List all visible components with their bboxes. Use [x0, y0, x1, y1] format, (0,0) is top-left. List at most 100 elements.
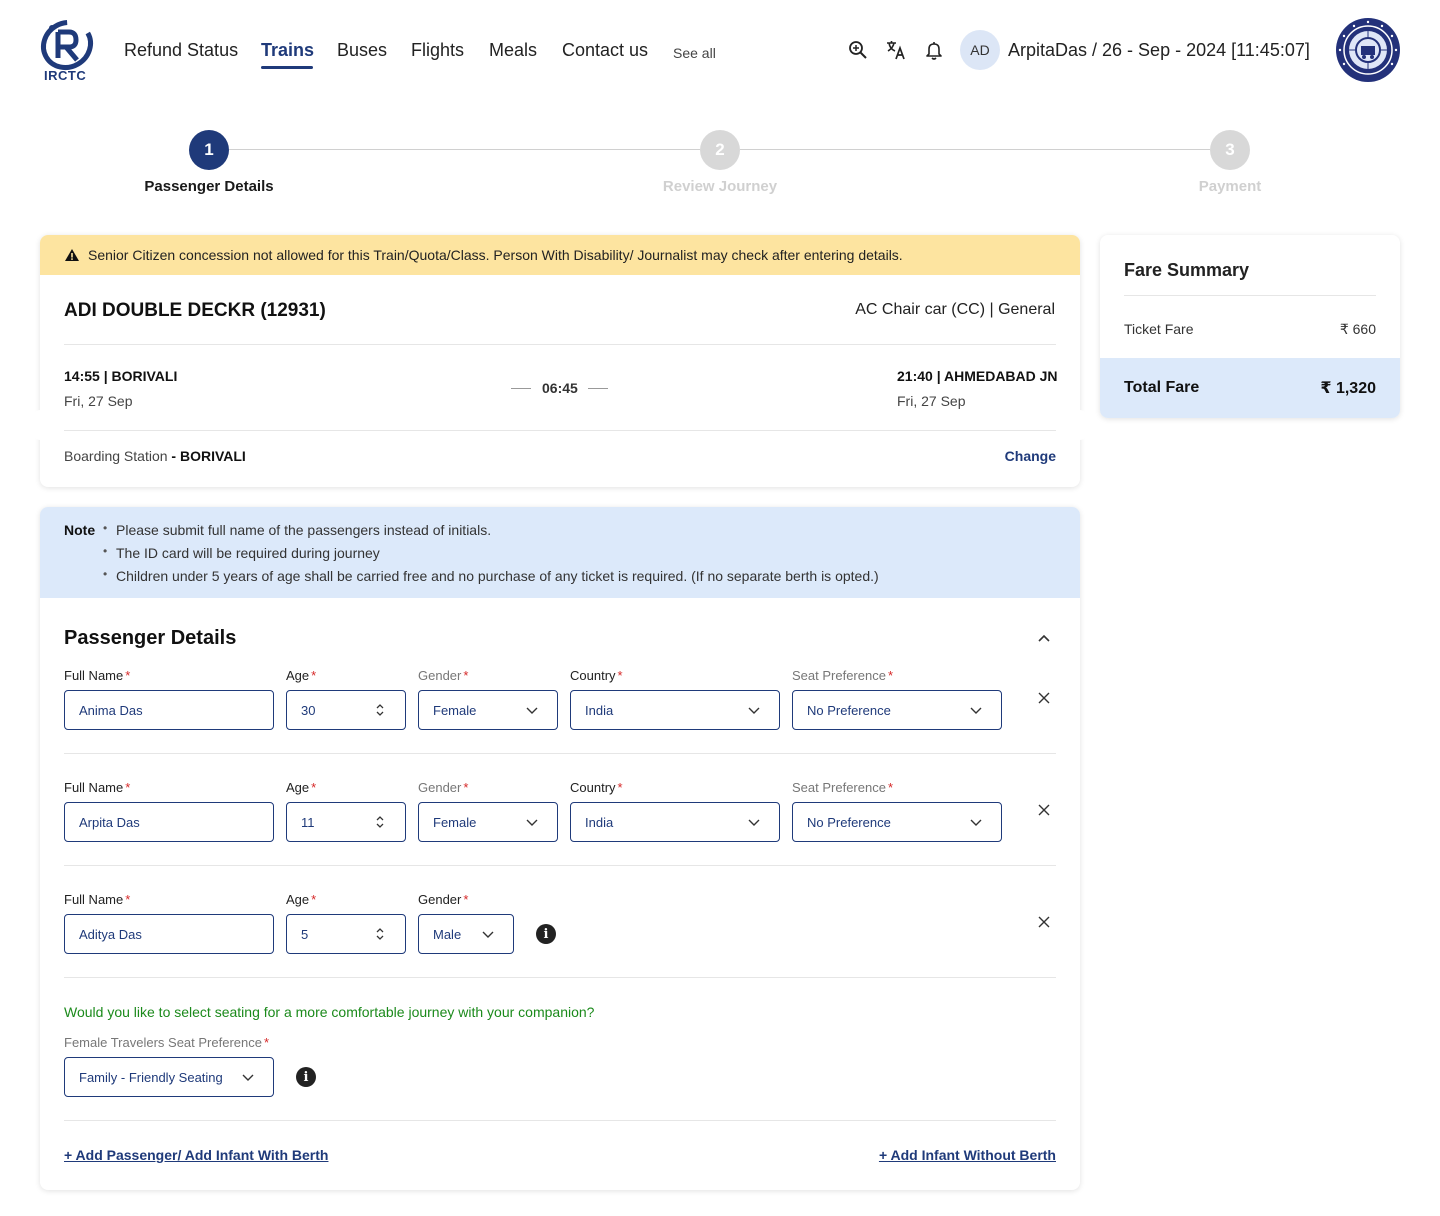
note-item: The ID card will be required during jour… [103, 544, 380, 561]
stepper-arrows-icon[interactable] [373, 815, 387, 829]
concession-warning-banner: Senior Citizen concession not allowed fo… [40, 235, 1080, 275]
total-fare-row: Total Fare ₹ 1,320 [1100, 358, 1400, 418]
age-label: Age * [286, 668, 316, 683]
label-text: Country [570, 780, 616, 795]
passenger-divider [64, 977, 1056, 978]
add-passenger-link[interactable]: + Add Passenger/ Add Infant With Berth [64, 1147, 328, 1163]
total-fare-label: Total Fare [1124, 379, 1200, 396]
step-1-circle: 1 [189, 130, 229, 170]
nav-trains[interactable]: Trains [261, 40, 314, 61]
label-text: Full Name [64, 780, 124, 795]
duration-line-left [511, 388, 531, 389]
country-label: Country * [570, 780, 623, 795]
age-label: Age * [286, 892, 316, 907]
required-mark: * [263, 1035, 270, 1050]
note-item: Children under 5 years of age shall be c… [103, 567, 879, 584]
stepper-arrows-icon[interactable] [373, 703, 387, 717]
departure-date: Fri, 27 Sep [64, 393, 133, 409]
nav-buses[interactable]: Buses [337, 40, 387, 61]
change-boarding-button[interactable]: Change [1005, 448, 1056, 464]
passenger-2-gender-select[interactable]: Female [418, 802, 558, 842]
passenger-1-gender-select[interactable]: Female [418, 690, 558, 730]
chevron-down-icon [748, 707, 760, 714]
duration-line-right [588, 388, 608, 389]
journey-duration: 06:45 [542, 380, 578, 396]
arrival-date: Fri, 27 Sep [897, 393, 966, 409]
add-infant-without-berth-link[interactable]: + Add Infant Without Berth [879, 1147, 1056, 1163]
passenger-1-age-stepper[interactable]: 30 [286, 690, 406, 730]
boarding-station: Boarding Station - BORIVALI [64, 448, 246, 464]
ticket-notch-right [1070, 410, 1090, 440]
user-session-info: ArpitaDas / 26 - Sep - 2024 [11:45:07] [1008, 40, 1310, 60]
remove-passenger-1-close-icon[interactable] [1037, 691, 1051, 705]
required-mark: * [125, 892, 131, 907]
user-avatar[interactable]: AD [960, 30, 1000, 70]
female-seat-preference-select[interactable]: Family - Friendly Seating [64, 1057, 274, 1097]
bell-icon[interactable] [924, 40, 944, 60]
passenger-1-seat-preference-select[interactable]: No Preference [792, 690, 1002, 730]
step-3-label: Payment [1198, 178, 1262, 195]
required-mark: * [617, 780, 623, 795]
step-3-circle: 3 [1210, 130, 1250, 170]
label-text: Age [286, 780, 310, 795]
note-box: Note Please submit full name of the pass… [40, 507, 1080, 598]
chevron-down-icon [482, 931, 494, 938]
select-value: Male [433, 926, 462, 942]
chevron-down-icon [970, 819, 982, 826]
label-text: Seat Preference [792, 780, 886, 795]
companion-seating-question: Would you like to select seating for a m… [64, 1004, 595, 1020]
nav-flights[interactable]: Flights [411, 40, 464, 61]
nav-contact-us[interactable]: Contact us [562, 40, 648, 61]
seating-info-icon[interactable]: i [296, 1067, 316, 1087]
passenger-3-name-input[interactable]: Aditya Das [64, 914, 274, 954]
nav-refund-status[interactable]: Refund Status [124, 40, 238, 61]
remove-passenger-3-close-icon[interactable] [1037, 915, 1051, 929]
note-title: Note [64, 522, 96, 538]
irctc-logo[interactable]: IRCTC [38, 16, 96, 84]
infant-info-icon[interactable]: i [536, 924, 556, 944]
passenger-2-age-stepper[interactable]: 11 [286, 802, 406, 842]
label-text: Age [286, 668, 310, 683]
ticket-fare-row: Ticket Fare ₹ 660 [1124, 321, 1376, 338]
chevron-down-icon [970, 707, 982, 714]
warning-text: Senior Citizen concession not allowed fo… [88, 247, 903, 263]
label-text: Age [286, 892, 310, 907]
input-value: 30 [301, 702, 316, 718]
boarding-station-name: - BORIVALI [171, 448, 246, 464]
translate-icon[interactable] [886, 40, 906, 60]
see-all-link[interactable]: See all [673, 45, 716, 61]
fare-divider [1124, 295, 1376, 296]
required-mark: * [887, 780, 894, 795]
select-value: No Preference [807, 702, 891, 718]
train-divider-2 [64, 430, 1056, 431]
label-text: Seat Preference [792, 668, 886, 683]
chevron-down-icon [242, 1074, 254, 1081]
passenger-section-title: Passenger Details [64, 627, 237, 649]
train-class-quota: AC Chair car (CC) | General [855, 301, 1055, 318]
required-mark: * [125, 668, 131, 683]
remove-passenger-2-close-icon[interactable] [1037, 803, 1051, 817]
collapse-chevron-up-icon[interactable] [1036, 630, 1052, 646]
seat-preference-label: Seat Preference * [792, 780, 893, 795]
input-value: 11 [301, 814, 315, 830]
input-value: Anima Das [79, 702, 143, 718]
step-2-label: Review Journey [662, 178, 778, 195]
female-seat-preference-label: Female Travelers Seat Preference * [64, 1035, 269, 1050]
required-mark: * [463, 780, 469, 795]
search-zoom-icon[interactable] [848, 40, 868, 60]
required-mark: * [311, 780, 317, 795]
nav-meals[interactable]: Meals [489, 40, 537, 61]
required-mark: * [463, 668, 469, 683]
passenger-2-name-input[interactable]: Arpita Das [64, 802, 274, 842]
passenger-1-name-input[interactable]: Anima Das [64, 690, 274, 730]
passenger-2-seat-preference-select[interactable]: No Preference [792, 802, 1002, 842]
passenger-2-country-select[interactable]: India [570, 802, 780, 842]
seat-preference-label: Seat Preference * [792, 668, 893, 683]
passenger-1-country-select[interactable]: India [570, 690, 780, 730]
fare-summary-title: Fare Summary [1124, 260, 1250, 280]
label-text: Gender [418, 668, 462, 683]
passenger-3-gender-select[interactable]: Male [418, 914, 514, 954]
stepper-arrows-icon[interactable] [373, 927, 387, 941]
passenger-3-age-stepper[interactable]: 5 [286, 914, 406, 954]
indian-railways-emblem-icon [1336, 18, 1400, 82]
